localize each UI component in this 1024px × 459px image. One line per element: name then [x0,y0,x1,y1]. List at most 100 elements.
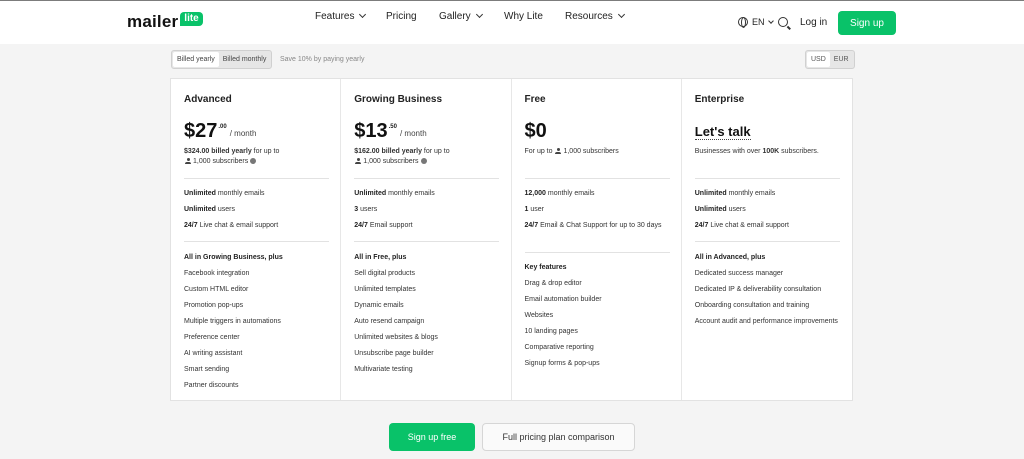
signup-button[interactable]: Sign up [838,11,896,35]
divider [524,252,670,253]
subscriber-count[interactable]: 1,000 subscribers [193,158,248,165]
desc-suffix: subscribers. [779,148,819,155]
pricing-plans: Advanced $27 .00 / month $324.00 billed … [170,78,853,401]
divider [694,178,840,179]
plan-name: Free [524,94,546,105]
list-item: 1 user [524,206,544,213]
divider [354,241,500,242]
price-cents: .00 [218,124,227,130]
price-amount: $0 [524,120,547,142]
price-description: For up to 1,000 subscribers [525,147,670,157]
list-item: Account audit and performance improvemen… [694,318,838,325]
list-item: Promotion pop-ups [184,302,244,309]
list-item: 24/7 Live chat & email support [184,222,279,229]
user-icon [555,148,562,154]
plan-price: $27 .00 / month [184,119,256,143]
core-features: Unlimited monthly emails Unlimited users… [695,189,840,231]
extra-features: All in Growing Business, plus Facebook i… [184,253,329,391]
language-selector[interactable]: EN [738,17,774,28]
pricing-comparison-button[interactable]: Full pricing plan comparison [482,423,635,451]
currency-eur-option[interactable]: EUR [830,52,853,67]
plan-free: Free $0 For up to 1,000 subscribers 12,0… [512,79,682,400]
plan-advanced: Advanced $27 .00 / month $324.00 billed … [171,79,342,400]
list-item: Unlimited websites & blogs [354,334,438,341]
info-icon[interactable] [420,158,427,164]
currency-usd-option[interactable]: USD [807,52,830,67]
divider [184,241,329,242]
price-amount: $13 [354,120,388,142]
list-item: Multiple triggers in automations [184,318,281,325]
list-item: Dynamic emails [354,302,404,309]
list-item: 3 users [354,206,378,213]
desc-prefix: For up to [524,148,553,155]
price-cents: .50 [388,124,397,130]
extras-heading: All in Growing Business, plus [184,254,283,261]
list-item: 12,000 monthly emails [524,190,595,197]
plan-name: Enterprise [694,94,745,105]
plan-growing-business: Growing Business $13 .50 / month $162.00… [341,79,512,400]
list-item: Dedicated success manager [694,270,784,277]
plan-name: Growing Business [354,94,443,105]
price-amount: $27 [184,120,218,142]
chevron-down-icon [475,10,483,19]
plan-enterprise: Enterprise Let's talk Businesses with ov… [682,79,852,400]
list-item: Unlimited users [184,206,235,213]
logo-badge: lite [180,12,203,26]
list-item: Email automation builder [524,296,602,303]
top-navigation-bar: mailer lite Features Pricing Gallery Why… [0,0,1024,44]
search-icon[interactable] [778,17,788,27]
login-link[interactable]: Log in [800,17,827,28]
desc-prefix: Businesses with over [694,148,763,155]
billed-amount: $162.00 billed yearly [354,148,422,155]
billed-yearly-option[interactable]: Billed yearly [173,52,219,67]
subscriber-count: 1,000 subscribers [563,148,619,155]
signup-free-button[interactable]: Sign up free [389,423,475,451]
chevron-down-icon [767,17,774,24]
nav-features[interactable]: Features [315,10,367,22]
subscriber-count[interactable]: 1,000 subscribers [363,158,418,165]
divider [184,178,329,179]
list-item: Unlimited templates [354,286,416,293]
globe-icon [738,17,748,28]
price-period: / month [229,129,257,138]
chevron-down-icon [617,10,625,19]
plan-name: Advanced [184,94,232,105]
list-item: 24/7 Email support [354,222,413,229]
extras-heading: All in Advanced, plus [694,254,766,261]
chevron-down-icon [359,10,367,19]
nav-pricing[interactable]: Pricing [386,11,417,22]
user-icon [185,158,191,164]
plan-price: $0 [525,119,547,143]
nav-gallery-label: Gallery [439,10,471,22]
billed-monthly-option[interactable]: Billed monthly [219,52,271,67]
extra-features: All in Free, plus Sell digital products … [354,253,499,375]
nav-why-lite-label: Why Lite [504,10,543,22]
list-item: Preference center [184,334,240,341]
logo-text: mailer [127,12,179,31]
info-icon[interactable] [250,158,257,164]
list-item: 24/7 Email & Chat Support for up to 30 d… [524,222,662,229]
list-item: Unlimited monthly emails [354,190,435,197]
nav-gallery[interactable]: Gallery [439,10,483,22]
list-item: AI writing assistant [184,350,243,357]
nav-why-lite[interactable]: Why Lite [504,11,543,22]
list-item: Signup forms & pop-ups [524,360,600,367]
list-item: Custom HTML editor [184,286,249,293]
nav-resources-label: Resources [565,10,613,22]
core-features: 12,000 monthly emails 1 user 24/7 Email … [525,189,670,231]
list-item: Auto resend campaign [354,318,425,325]
billed-rest: for up to [421,148,450,155]
desc-bold: 100K [762,148,780,155]
list-item: Unlimited monthly emails [184,190,265,197]
list-item: Multivariate testing [354,366,413,373]
nav-features-label: Features [315,10,355,22]
plan-price: $13 .50 / month [354,119,426,143]
nav-resources[interactable]: Resources [565,10,625,22]
extras-heading: All in Free, plus [354,254,407,261]
divider [354,178,500,179]
language-label: EN [752,17,765,27]
lets-talk-link[interactable]: Let's talk [694,124,751,140]
list-item: Comparative reporting [524,344,594,351]
list-item: Sell digital products [354,270,415,277]
mailerlite-logo[interactable]: mailer lite [127,12,203,32]
